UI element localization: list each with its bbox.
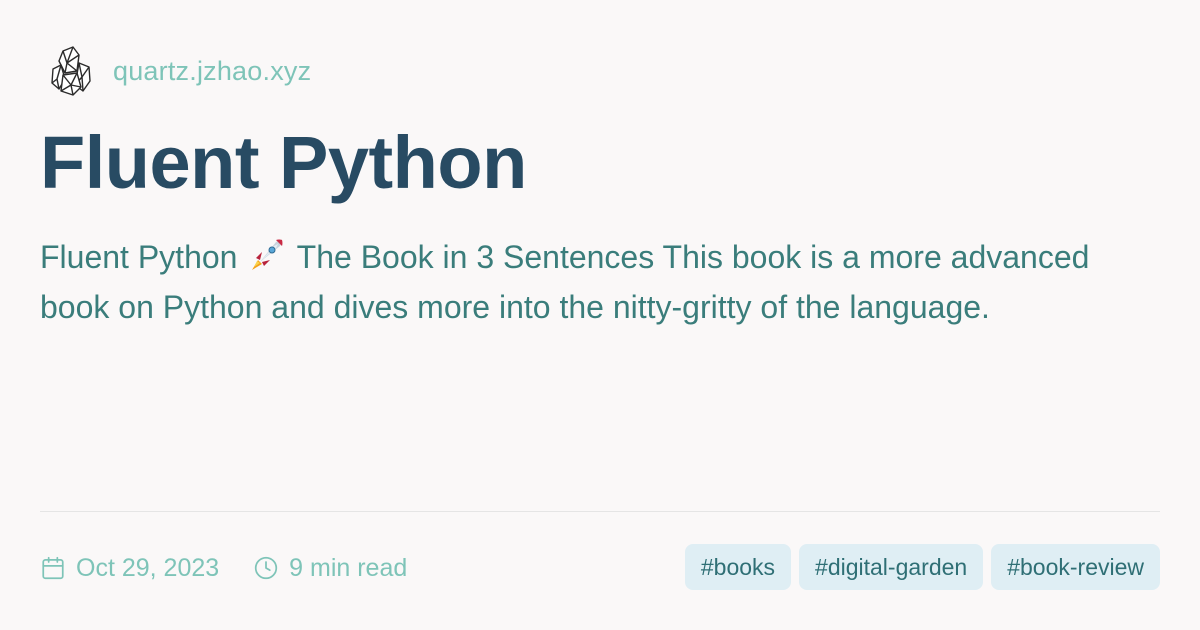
site-header: quartz.jzhao.xyz (40, 40, 311, 102)
page-title: Fluent Python (40, 121, 527, 204)
description-lead: Fluent Python (40, 239, 238, 275)
crystal-icon[interactable] (40, 40, 102, 102)
rocket-icon (248, 236, 286, 274)
tag-book-review[interactable]: #book-review (991, 544, 1160, 590)
tag-books[interactable]: #books (684, 544, 792, 590)
read-time: 9 min read (289, 553, 408, 582)
footer-divider (40, 511, 1160, 512)
read-time-meta: 9 min read (253, 554, 407, 583)
clock-icon (253, 555, 279, 581)
date-meta: Oct 29, 2023 (40, 554, 219, 583)
publish-date: Oct 29, 2023 (76, 553, 220, 582)
tag-list: #books #digital-garden #book-review (677, 544, 1160, 590)
page-meta: Oct 29, 2023 9 min read (40, 548, 407, 588)
tag-digital-garden[interactable]: #digital-garden (799, 544, 984, 590)
calendar-icon (40, 555, 66, 581)
site-domain[interactable]: quartz.jzhao.xyz (113, 56, 311, 87)
page-description: Fluent Python The Book in 3 Sentences Th… (40, 232, 1150, 332)
